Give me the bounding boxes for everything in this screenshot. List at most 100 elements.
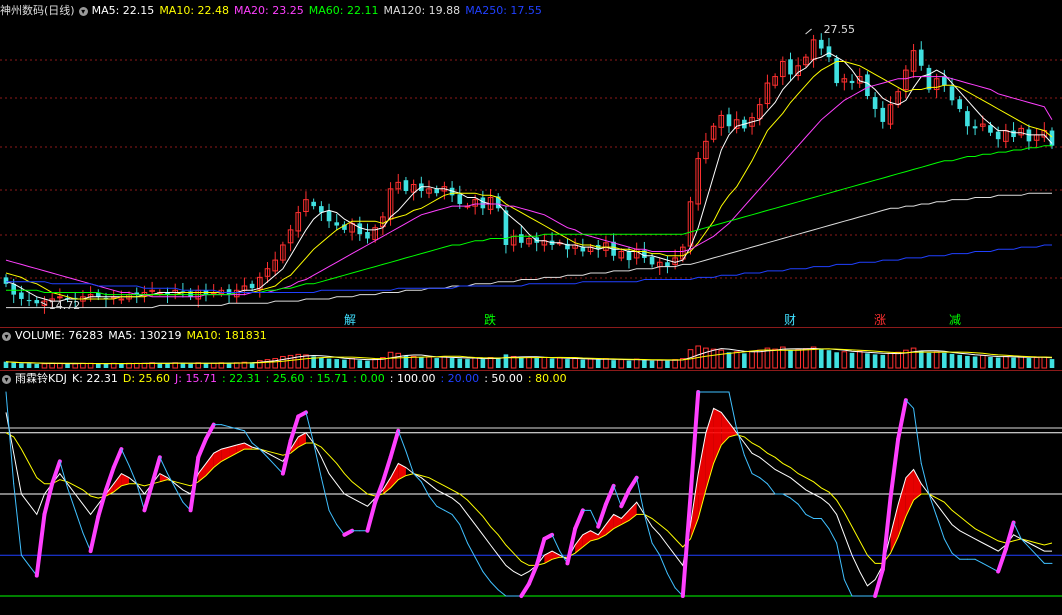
candlesticks <box>3 33 1055 314</box>
candle-body <box>965 111 970 127</box>
volume-bar <box>733 351 740 369</box>
candle-body <box>3 277 9 284</box>
volume-bar <box>587 358 594 369</box>
j-segment <box>288 414 301 443</box>
volume-bar <box>1011 357 1016 368</box>
volume-bar <box>565 359 570 368</box>
volume-bar <box>849 352 855 368</box>
j-segment <box>974 558 984 564</box>
volume-bar <box>841 351 848 369</box>
volume-bar <box>349 358 355 369</box>
j-segment <box>888 436 901 501</box>
volume-bar <box>818 349 824 368</box>
volume-bar <box>556 357 563 369</box>
volume-bar <box>895 351 901 369</box>
candle-body <box>826 46 832 58</box>
j-segment <box>203 422 216 441</box>
candle-body <box>818 39 824 49</box>
j-segment <box>982 562 991 568</box>
volume-bar <box>457 358 463 368</box>
volume-bar <box>26 363 32 368</box>
volume-bar <box>519 357 524 368</box>
candle-body <box>457 194 463 204</box>
candle-body <box>849 80 855 84</box>
candle-body <box>26 300 32 302</box>
volume-bar <box>226 363 232 368</box>
volume-bar <box>756 349 763 369</box>
stock-chart[interactable]: 27.55 14.72 解 跌 财 涨 减 <box>0 0 1062 615</box>
volume-bar <box>3 361 9 368</box>
volume-bar <box>487 357 494 369</box>
j-segment <box>828 528 838 544</box>
volume-bar <box>672 359 678 369</box>
candle-body <box>580 247 586 252</box>
j-segment <box>296 410 308 419</box>
candle-body <box>403 180 409 192</box>
volume-bar <box>665 360 670 368</box>
k-line <box>5 407 1052 587</box>
ma60-line <box>6 145 1052 296</box>
volume-bar <box>949 353 955 368</box>
volume-bar <box>988 357 993 368</box>
volume-bar <box>1026 358 1032 368</box>
candle-body <box>957 99 963 109</box>
j-segment <box>805 513 815 519</box>
candle-body <box>1011 130 1016 138</box>
volume-bar <box>419 357 424 368</box>
volume-bar <box>918 350 924 368</box>
j-segment <box>313 442 322 479</box>
j-segment <box>943 538 953 554</box>
volume-bar <box>95 363 101 368</box>
volume-bar <box>772 348 778 369</box>
candle-body <box>995 131 1001 140</box>
candle-body <box>665 262 670 267</box>
volume-bar <box>280 355 286 369</box>
event-marker: 跌 <box>484 312 496 327</box>
volume-bar <box>872 354 878 368</box>
event-marker: 解 <box>344 313 356 327</box>
volume-bar <box>865 353 870 368</box>
volume-bar <box>526 356 532 369</box>
j-segment <box>820 517 830 530</box>
volume-bar <box>372 358 378 369</box>
candle-body <box>918 49 924 66</box>
volume-bar <box>649 360 655 368</box>
volume-bar <box>965 355 970 368</box>
j-segment <box>659 554 668 575</box>
volume-bar <box>1003 355 1009 369</box>
j-segment <box>142 481 155 513</box>
j-segment <box>913 407 922 464</box>
volume-bar <box>549 358 555 368</box>
j-segment <box>797 503 807 515</box>
j-segment <box>236 428 245 432</box>
candle-body <box>311 201 316 207</box>
j-segment <box>267 456 276 466</box>
volume-bar <box>541 357 548 369</box>
candle-body <box>880 107 886 122</box>
ma250-line <box>6 244 1052 293</box>
volume-bar <box>826 350 832 368</box>
candle-body <box>872 97 878 109</box>
volume-bars <box>3 345 1055 369</box>
volume-bar <box>834 352 839 368</box>
j-segment <box>20 554 30 566</box>
j-segment <box>220 424 230 428</box>
j-segment <box>551 534 561 552</box>
candle-body <box>788 59 793 75</box>
candle-body <box>988 125 993 133</box>
volume-bar <box>119 363 124 368</box>
j-segment <box>5 391 15 485</box>
volume-bar <box>334 359 340 368</box>
candle-body <box>519 234 524 243</box>
j-segment <box>666 573 676 589</box>
volume-bar <box>441 355 448 369</box>
j-segment <box>150 455 162 486</box>
volume-bar <box>742 353 747 368</box>
ma5-line <box>5 52 1053 302</box>
volume-bar <box>942 352 947 368</box>
volume-bar <box>41 363 48 369</box>
j-segment <box>836 542 845 581</box>
j-segment <box>388 428 401 460</box>
j-segment <box>996 547 1008 574</box>
volume-bar <box>810 346 817 369</box>
